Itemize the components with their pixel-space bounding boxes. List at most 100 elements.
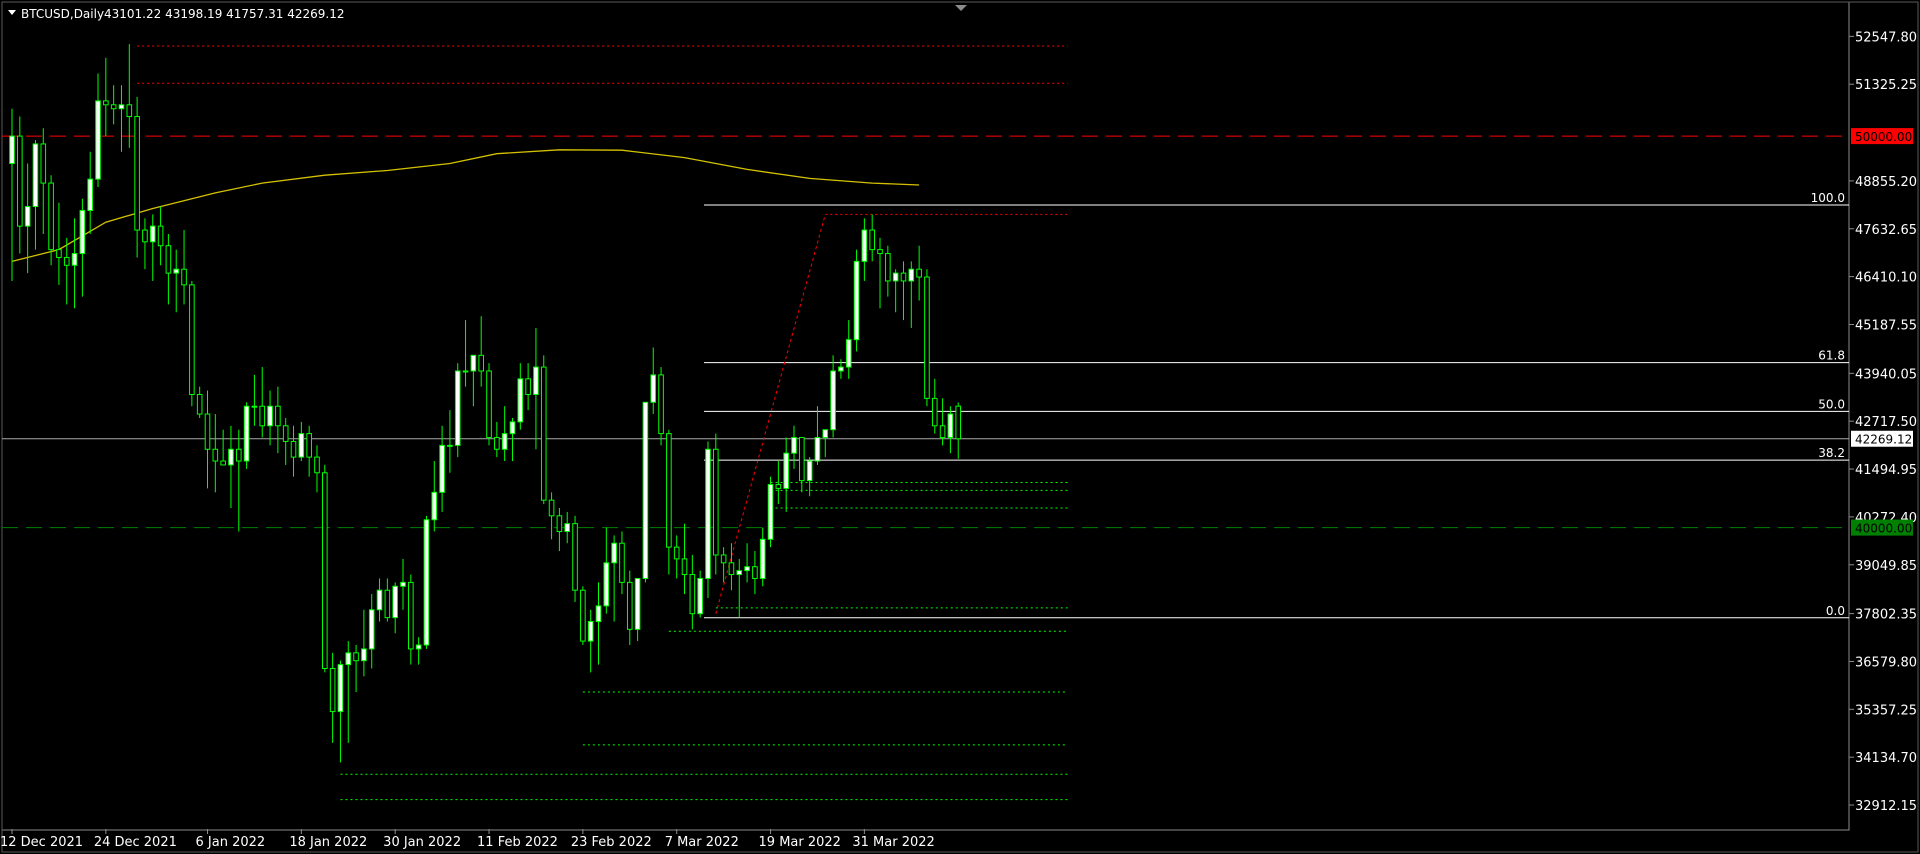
candle-body-16 — [134, 116, 140, 231]
candle-body-48 — [384, 589, 391, 619]
candle-body-54 — [431, 491, 438, 521]
candle-body-95 — [752, 566, 758, 579]
y-tick-label-0: 52547.80 — [1855, 30, 1917, 45]
candle-body-19 — [157, 225, 164, 247]
candle-body-117 — [924, 276, 930, 399]
candle-body-33 — [267, 405, 273, 427]
candle-body-42 — [337, 664, 344, 713]
candle-body-21 — [173, 268, 180, 274]
candle-body-91 — [720, 554, 727, 564]
candle-body-11 — [95, 100, 101, 180]
candle-body-78 — [619, 542, 625, 583]
candle-body-73 — [580, 589, 586, 642]
y-tick-label-6: 43940.05 — [1855, 367, 1917, 382]
candle-83 — [658, 367, 664, 446]
candle-body-59 — [470, 354, 477, 372]
candle-body-93 — [736, 570, 743, 576]
candle-body-83 — [658, 374, 664, 435]
chart-canvas[interactable]: 100.0 61.8 50.0 38.2 0.0 52547.80 51325.25 488… — [0, 0, 1920, 854]
candle-body-15 — [126, 104, 133, 118]
candle-body-0 — [9, 135, 15, 165]
candle-body-76 — [603, 562, 610, 607]
chart-window[interactable]: 100.0 61.8 50.0 38.2 0.0 52547.80 51325.25 488… — [0, 0, 1920, 854]
candle-body-27 — [220, 460, 226, 466]
candle-body-94 — [744, 566, 750, 572]
candle-body-36 — [290, 440, 297, 458]
candle-body-81 — [642, 401, 649, 579]
y-tick-label-1: 51325.25 — [1855, 78, 1917, 93]
candle-body-22 — [181, 268, 187, 286]
candle-body-34 — [275, 405, 281, 427]
fib-label-61.8: 61.8 — [1818, 349, 1845, 363]
candle-body-7 — [63, 256, 70, 266]
candle-body-86 — [681, 558, 688, 576]
candle-57 — [454, 363, 461, 458]
candle-body-108 — [853, 260, 860, 341]
candle-body-37 — [298, 433, 305, 458]
candle-72 — [572, 515, 578, 602]
candle-body-88 — [697, 577, 703, 615]
candle-body-80 — [634, 577, 641, 630]
candle-body-105 — [830, 370, 836, 431]
y-tick-label-14: 34134.70 — [1855, 751, 1917, 766]
candle-body-63 — [501, 433, 508, 450]
candle-61 — [486, 363, 492, 446]
x-tick-label-3: 18 Jan 2022 — [289, 835, 367, 850]
candle-body-10 — [87, 178, 94, 211]
candle-body-99 — [783, 452, 789, 489]
candle-23 — [189, 280, 195, 407]
x-tick-label-0: 12 Dec 2021 — [0, 835, 83, 850]
candle-body-2 — [24, 206, 31, 227]
candle-body-35 — [282, 425, 289, 442]
candle-body-79 — [626, 581, 633, 630]
y-tick-label-3: 47632.65 — [1855, 223, 1917, 238]
candle-body-82 — [650, 374, 657, 403]
candle-body-13 — [110, 104, 117, 110]
candle-body-101 — [799, 437, 805, 482]
price-badge-text-42269.12: 42269.12 — [1855, 433, 1912, 447]
candle-body-114 — [900, 272, 907, 282]
candle-body-84 — [666, 433, 672, 548]
candle-body-111 — [877, 249, 883, 255]
y-tick-label-8: 41494.95 — [1855, 463, 1917, 478]
candle-68 — [540, 355, 547, 505]
candle-body-66 — [525, 378, 531, 395]
candle-body-89 — [705, 448, 711, 579]
candle-body-52 — [415, 644, 422, 650]
x-tick-label-8: 19 Mar 2022 — [759, 835, 841, 850]
candle-body-113 — [892, 272, 899, 282]
candle-89 — [705, 441, 711, 599]
candle-73 — [580, 586, 586, 646]
candle-body-45 — [361, 648, 367, 662]
candle-body-39 — [314, 456, 320, 474]
candle-117 — [924, 269, 930, 407]
ohlc-label: 43101.22 43198.19 41757.31 42269.12 — [104, 7, 344, 21]
candle-body-67 — [533, 366, 539, 395]
candle-body-32 — [259, 405, 266, 427]
candle-97 — [767, 476, 774, 548]
candle-body-1 — [17, 135, 23, 227]
candle-body-29 — [235, 448, 242, 462]
candle-body-121 — [955, 405, 962, 440]
price-badge-text-40000.00: 40000.00 — [1855, 522, 1912, 536]
candle-body-57 — [454, 370, 461, 446]
candle-body-115 — [908, 268, 915, 282]
y-tick-label-2: 48855.20 — [1855, 175, 1917, 190]
candle-body-30 — [243, 405, 250, 462]
candle-body-103 — [814, 437, 821, 462]
candle-body-18 — [149, 225, 156, 243]
candle-body-25 — [204, 413, 211, 450]
y-tick-label-13: 35357.25 — [1855, 703, 1917, 718]
candle-body-90 — [713, 448, 719, 556]
candle-body-68 — [540, 366, 547, 501]
candle-body-65 — [517, 378, 524, 423]
candle-body-74 — [587, 621, 594, 642]
x-tick-label-4: 30 Jan 2022 — [383, 835, 461, 850]
candle-53 — [423, 515, 430, 649]
candle-body-71 — [564, 523, 571, 532]
candle-body-64 — [509, 421, 516, 435]
fib-label-38.2: 38.2 — [1818, 446, 1845, 460]
candle-body-106 — [838, 366, 844, 372]
candle-body-23 — [189, 284, 195, 395]
candle-body-49 — [392, 585, 398, 619]
